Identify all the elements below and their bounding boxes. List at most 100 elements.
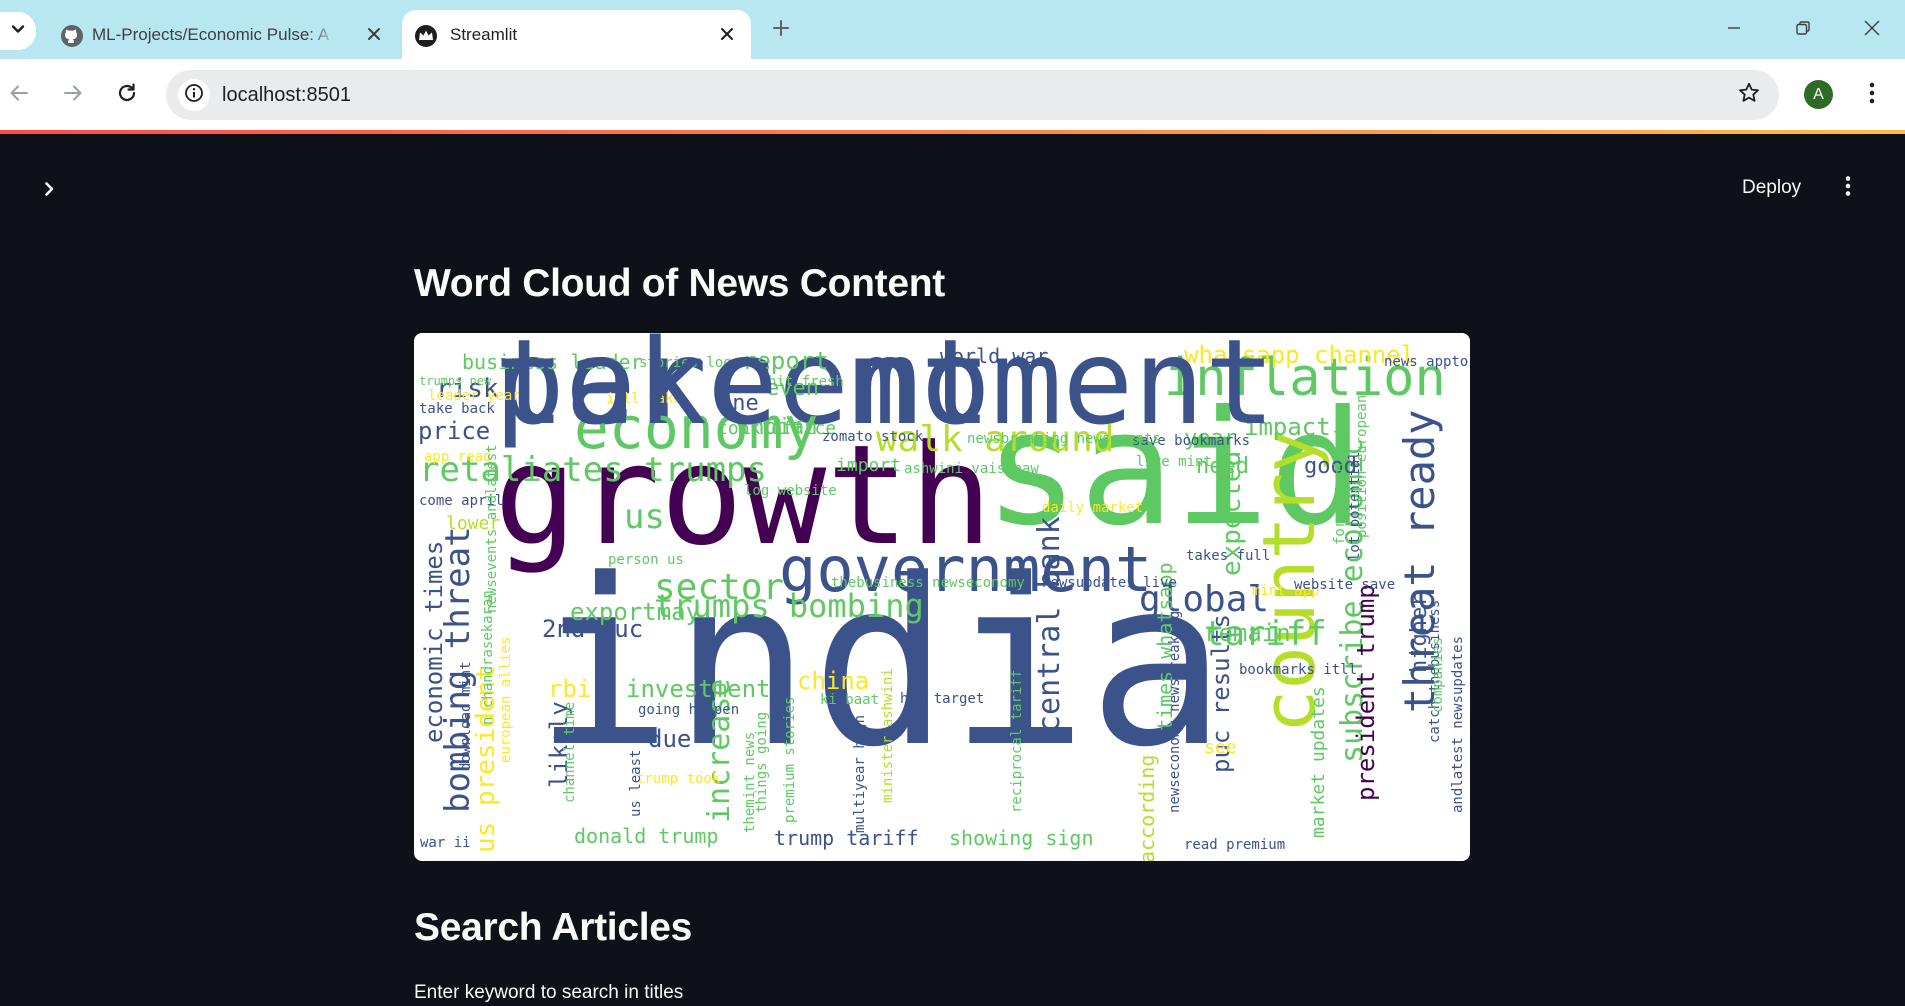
minimize-button[interactable]	[1712, 8, 1756, 52]
info-icon	[184, 83, 204, 108]
streamlit-app: Deploy Word Cloud of News Content percen…	[0, 134, 1905, 1006]
deploy-button[interactable]: Deploy	[1730, 170, 1813, 206]
back-button[interactable]	[0, 76, 38, 114]
site-info-button[interactable]	[178, 79, 210, 111]
wordcloud-word: take moment	[494, 333, 1275, 451]
close-icon	[1863, 19, 1881, 42]
wordcloud-word: position european	[1354, 395, 1370, 538]
wordcloud-word: companies	[1430, 637, 1446, 713]
new-tab-button[interactable]	[767, 16, 795, 44]
search-input-label: Enter keyword to search in titles	[414, 982, 684, 1003]
wordcloud-word: take back	[419, 401, 495, 417]
search-heading: Search Articles	[414, 906, 693, 949]
chevron-down-icon	[11, 22, 25, 41]
plus-icon	[772, 19, 790, 42]
wordcloud-word: premium stories	[782, 697, 798, 823]
tab-streamlit[interactable]: Streamlit	[402, 10, 751, 59]
more-vertical-icon	[1869, 81, 1875, 110]
url-text: localhost:8501	[222, 84, 351, 106]
wordcloud-word: ki baat	[820, 692, 879, 708]
browser-toolbar: localhost:8501 A	[0, 59, 1905, 130]
wordcloud-word: market updates	[1308, 686, 1329, 838]
bookmark-button[interactable]	[1735, 81, 1763, 109]
wordcloud-image: percent growth said india government economy i…	[414, 333, 1470, 861]
wordcloud-word: things going	[754, 712, 770, 813]
arrow-left-icon	[8, 82, 30, 109]
wordcloud-word: newsevents andlatest	[484, 444, 500, 613]
star-icon	[1737, 81, 1761, 110]
wordcloud-svg: percentgrowthsaidindiagovernmenteconomyi…	[418, 333, 1468, 861]
wordcloud-word: ashwini vaishnaw	[904, 461, 1039, 477]
wordcloud-word: exportmay	[570, 598, 700, 626]
sidebar-expand-button[interactable]	[36, 178, 62, 204]
wordcloud-word: hit target	[900, 691, 984, 707]
github-icon	[60, 24, 84, 48]
wordcloud-word: multiyear high	[852, 715, 868, 833]
wordcloud-word: bookmarks itll	[1239, 662, 1357, 678]
restore-icon	[1795, 20, 1811, 41]
wordcloud-word: trumps new	[419, 374, 492, 388]
wordcloud-word: takes full	[1186, 548, 1270, 564]
wordcloud-heading: Word Cloud of News Content	[414, 262, 945, 305]
window-close-button[interactable]	[1850, 8, 1894, 52]
wordcloud-word: increase	[702, 679, 737, 824]
wordcloud-word: newseconomy newsbreaking	[1167, 611, 1183, 813]
forward-button[interactable]	[54, 76, 92, 114]
wordcloud-word: reciprocal tariff	[1009, 670, 1025, 813]
wordcloud-word: economic times	[420, 541, 448, 743]
reload-icon	[116, 82, 138, 109]
wordcloud-word: investment	[626, 675, 771, 703]
wordcloud-word: rbi	[548, 675, 591, 703]
wordcloud-word: us least	[628, 750, 644, 817]
wordcloud-word: going happen	[638, 702, 739, 718]
tab-github[interactable]: ML-Projects/Economic Pulse: A	[48, 10, 398, 59]
wordcloud-word: war ii	[420, 835, 471, 851]
app-main-menu-button[interactable]	[1836, 172, 1860, 204]
streamlit-crown-icon	[414, 24, 438, 48]
wordcloud-word: log website	[744, 483, 837, 499]
wordcloud-word: us	[624, 497, 665, 537]
chevron-right-icon	[41, 181, 57, 202]
tab-search-button[interactable]	[0, 12, 36, 50]
address-bar[interactable]: localhost:8501	[166, 70, 1779, 120]
arrow-right-icon	[62, 82, 84, 109]
wordcloud-word: app read	[424, 449, 491, 465]
wordcloud-word: due	[648, 725, 691, 753]
wordcloud-word: trump tariff	[774, 826, 919, 850]
more-vertical-icon	[1845, 175, 1851, 202]
wordcloud-word: website save	[1294, 577, 1395, 593]
profile-avatar[interactable]: A	[1804, 80, 1833, 109]
wordcloud-word: channel time	[562, 702, 578, 803]
wordcloud-word: thebusiness newseconomy	[831, 575, 1025, 591]
wordcloud-word: foreign minister	[1332, 410, 1348, 545]
tab-title: Streamlit	[450, 24, 518, 44]
close-icon[interactable]	[715, 22, 739, 46]
wordcloud-word: daily market	[1042, 500, 1143, 516]
browser-menu-button[interactable]	[1858, 77, 1886, 113]
browser-tabstrip: ML-Projects/Economic Pulse: A Streamlit	[0, 0, 1905, 59]
wordcloud-word: news appto	[1384, 354, 1468, 370]
wordcloud-word: read premium	[1184, 837, 1285, 853]
wordcloud-word: import	[836, 455, 901, 476]
wordcloud-word: download mint	[458, 661, 474, 771]
wordcloud-word: minister ashwini	[880, 668, 896, 803]
tab-title: ML-Projects/Economic Pulse: A	[92, 24, 330, 44]
wordcloud-word: price	[418, 417, 490, 445]
minimize-icon	[1726, 20, 1742, 41]
wordcloud-word: central bank	[1032, 516, 1067, 733]
wordcloud-word: live mint	[1136, 454, 1212, 470]
wordcloud-word: see	[1204, 737, 1237, 758]
reload-button[interactable]	[108, 76, 146, 114]
wordcloud-word: remain	[1204, 619, 1291, 647]
restore-button[interactable]	[1781, 8, 1825, 52]
wordcloud-word: andlatest newsupdates	[1450, 636, 1466, 813]
wordcloud-word: china	[797, 667, 869, 695]
wordcloud-word: newsupdates live	[1042, 575, 1177, 591]
wordcloud-word: according	[1135, 755, 1159, 861]
wordcloud-word: person us	[608, 552, 684, 568]
wordcloud-word: donald trump	[574, 824, 719, 848]
wordcloud-word: trump took	[636, 771, 721, 787]
close-icon[interactable]	[362, 22, 386, 46]
wordcloud-word: showing sign	[949, 826, 1094, 850]
wordcloud-word: european allies	[498, 637, 514, 763]
